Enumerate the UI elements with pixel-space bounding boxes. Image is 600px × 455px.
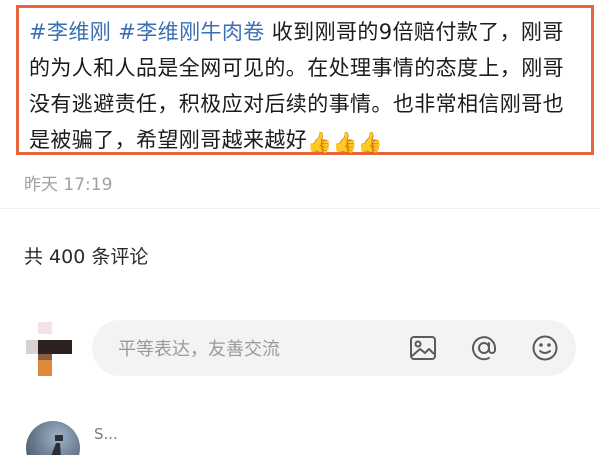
thumbs-up-emoji: 👍👍👍 <box>307 130 384 154</box>
weibo-post-page: #李维刚 #李维刚牛肉卷 收到刚哥的9倍赔付款了，刚哥的为人和人品是全网可见的。… <box>0 0 600 455</box>
hashtag-link[interactable]: #李维刚 <box>29 20 111 44</box>
post-content-highlight: #李维刚 #李维刚牛肉卷 收到刚哥的9倍赔付款了，刚哥的为人和人品是全网可见的。… <box>16 5 594 155</box>
comment-placeholder: 平等表达，友善交流 <box>118 339 280 360</box>
commenter-username[interactable]: S... <box>94 425 118 443</box>
hashtag-link[interactable]: #李维刚牛肉卷 <box>118 20 264 44</box>
at-icon[interactable] <box>469 333 499 363</box>
comment-count: 共 400 条评论 <box>24 246 149 268</box>
commenter-avatar[interactable] <box>26 421 80 455</box>
post-text: #李维刚 #李维刚牛肉卷 收到刚哥的9倍赔付款了，刚哥的为人和人品是全网可见的。… <box>29 14 581 158</box>
post-timestamp: 昨天 17:19 <box>24 175 113 195</box>
current-user-avatar[interactable] <box>26 322 74 378</box>
comment-input[interactable]: 平等表达，友善交流 <box>92 320 576 376</box>
emoji-icon[interactable] <box>530 333 560 363</box>
divider <box>0 208 600 209</box>
image-icon[interactable] <box>408 333 438 363</box>
